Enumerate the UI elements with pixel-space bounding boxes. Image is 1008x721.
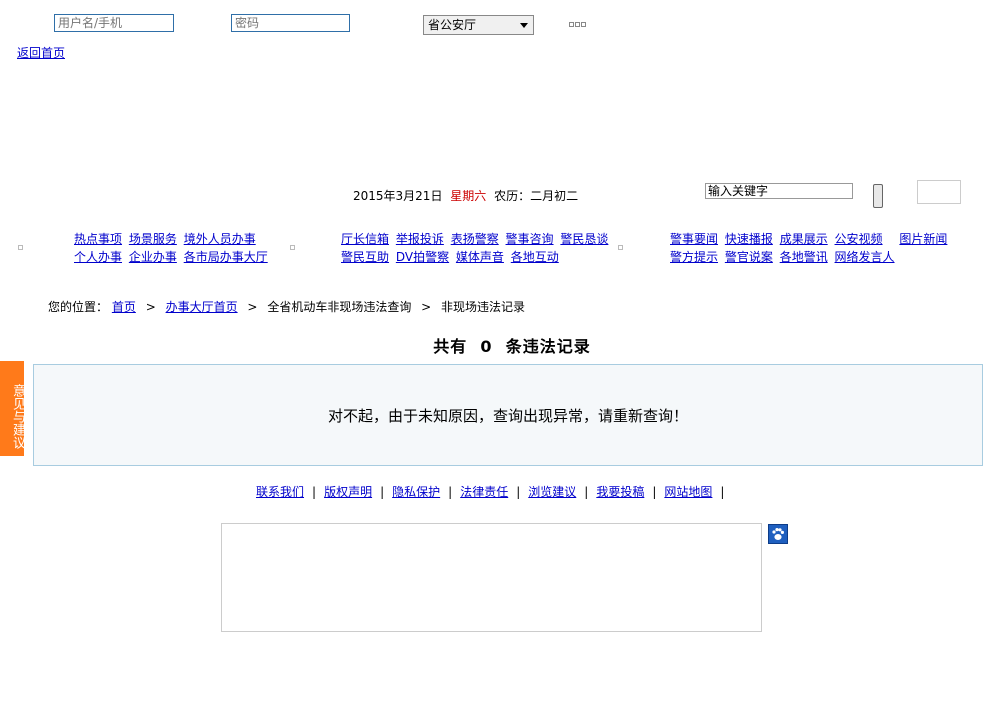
nav-link-personal[interactable]: 个人办事 — [74, 250, 122, 264]
record-count-title: 共有 0 条违法记录 — [0, 333, 1008, 357]
nav-link-local-interaction[interactable]: 各地互动 — [511, 250, 559, 264]
date-text: 2015年3月21日 — [353, 189, 443, 203]
breadcrumb-query: 全省机动车非现场违法查询 — [267, 300, 412, 314]
nav-link-city-halls[interactable]: 各市局办事大厅 — [184, 250, 268, 264]
weekday-text: 星期六 — [450, 189, 487, 203]
password-input[interactable] — [231, 14, 350, 32]
nav-link-police-talk[interactable]: 警民恳谈 — [560, 232, 608, 246]
nav-link-media[interactable]: 媒体声音 — [456, 250, 504, 264]
footer-link-privacy[interactable]: 隐私保护 — [392, 485, 440, 499]
feedback-tab[interactable]: 意见与建议 — [0, 361, 25, 456]
nav-link-dv-police[interactable]: DV拍警察 — [396, 250, 449, 264]
breadcrumb-home[interactable]: 首页 — [112, 300, 136, 314]
footer-separator: | — [448, 485, 453, 499]
breadcrumb-separator: > — [421, 300, 432, 314]
footer-separator: | — [380, 485, 385, 499]
record-count-text: 共有 0 条违法记录 — [433, 337, 591, 356]
nav-link-quick-report[interactable]: 快速播报 — [725, 232, 773, 246]
footer-separator: | — [720, 485, 725, 499]
footer-link-browse-advice[interactable]: 浏览建议 — [528, 485, 576, 499]
nav-group-interaction: 厅长信箱 举报投诉 表扬警察 警事咨询 警民恳谈 警民互助 DV拍警察 媒体声音… — [341, 230, 611, 266]
nav-link-police-tips[interactable]: 警方提示 — [670, 250, 718, 264]
back-home-link[interactable]: 返回首页 — [17, 44, 65, 61]
department-select[interactable]: 省公安厅 — [423, 15, 534, 35]
bullet-icon — [618, 245, 623, 250]
nav-link-police-video[interactable]: 公安视频 — [835, 232, 883, 246]
footer-links: 联系我们 | 版权声明 | 隐私保护 | 法律责任 | 浏览建议 | 我要投稿 | 网站地图 | — [256, 483, 732, 500]
date-bar: 2015年3月21日 星期六 农历：二月初二 — [353, 187, 578, 204]
nav-link-local-news[interactable]: 各地警讯 — [780, 250, 828, 264]
nav-link-case-talk[interactable]: 警官说案 — [725, 250, 773, 264]
dot-icon — [569, 22, 574, 27]
nav-link-director-mailbox[interactable]: 厅长信箱 — [341, 232, 389, 246]
breadcrumb: 您的位置： 首页 > 办事大厅首页 > 全省机动车非现场违法查询 > 非现场违法… — [48, 298, 525, 315]
department-select-value: 省公安厅 — [428, 18, 477, 32]
footer-link-submit[interactable]: 我要投稿 — [596, 485, 644, 499]
embedded-map-area — [221, 523, 762, 632]
dot-icon — [581, 22, 586, 27]
baidu-paw-icon[interactable] — [768, 524, 788, 544]
lunar-text: 农历：二月初二 — [494, 189, 579, 203]
nav-link-police-news[interactable]: 警事要闻 — [670, 232, 718, 246]
footer-link-sitemap[interactable]: 网站地图 — [664, 485, 712, 499]
footer-link-copyright[interactable]: 版权声明 — [324, 485, 372, 499]
blank-widget — [917, 180, 961, 204]
footer-separator: | — [312, 485, 317, 499]
dot-icon — [575, 22, 580, 27]
nav-link-enterprise[interactable]: 企业办事 — [129, 250, 177, 264]
footer-separator: | — [516, 485, 521, 499]
breadcrumb-separator: > — [247, 300, 258, 314]
chevron-down-icon — [520, 23, 528, 28]
footer-link-legal[interactable]: 法律责任 — [460, 485, 508, 499]
login-submit-dots[interactable] — [569, 22, 586, 27]
nav-link-report[interactable]: 举报投诉 — [396, 232, 444, 246]
nav-link-praise-police[interactable]: 表扬警察 — [451, 232, 499, 246]
nav-link-police-consult[interactable]: 警事咨询 — [506, 232, 554, 246]
nav-link-foreigners[interactable]: 境外人员办事 — [184, 232, 256, 246]
breadcrumb-separator: > — [145, 300, 156, 314]
paw-glyph-icon — [772, 528, 784, 540]
result-message-box: 对不起，由于未知原因，查询出现异常，请重新查询！ — [33, 364, 983, 466]
nav-group-news: 警事要闻 快速播报 成果展示 公安视频 图片新闻 警方提示 警官说案 各地警讯 … — [670, 230, 950, 266]
username-input[interactable] — [54, 14, 174, 32]
footer-separator: | — [584, 485, 589, 499]
breadcrumb-hall-home[interactable]: 办事大厅首页 — [166, 300, 238, 314]
breadcrumb-current: 非现场违法记录 — [441, 300, 526, 314]
bullet-icon — [18, 245, 23, 250]
footer-link-contact[interactable]: 联系我们 — [256, 485, 304, 499]
nav-link-spokesperson[interactable]: 网络发言人 — [835, 250, 895, 264]
nav-link-scene-service[interactable]: 场景服务 — [129, 232, 177, 246]
breadcrumb-prefix: 您的位置： — [48, 300, 109, 314]
nav-group-service: 热点事项 场景服务 境外人员办事 个人办事 企业办事 各市局办事大厅 — [74, 230, 271, 266]
search-input[interactable]: 输入关键字 — [705, 183, 853, 199]
search-button[interactable] — [873, 184, 883, 208]
footer-separator: | — [652, 485, 657, 499]
nav-link-hot-items[interactable]: 热点事项 — [74, 232, 122, 246]
bullet-icon — [290, 245, 295, 250]
nav-link-achievements[interactable]: 成果展示 — [780, 232, 828, 246]
nav-link-mutual-aid[interactable]: 警民互助 — [341, 250, 389, 264]
nav-link-photo-news[interactable]: 图片新闻 — [899, 232, 947, 246]
error-message: 对不起，由于未知原因，查询出现异常，请重新查询！ — [327, 407, 688, 425]
